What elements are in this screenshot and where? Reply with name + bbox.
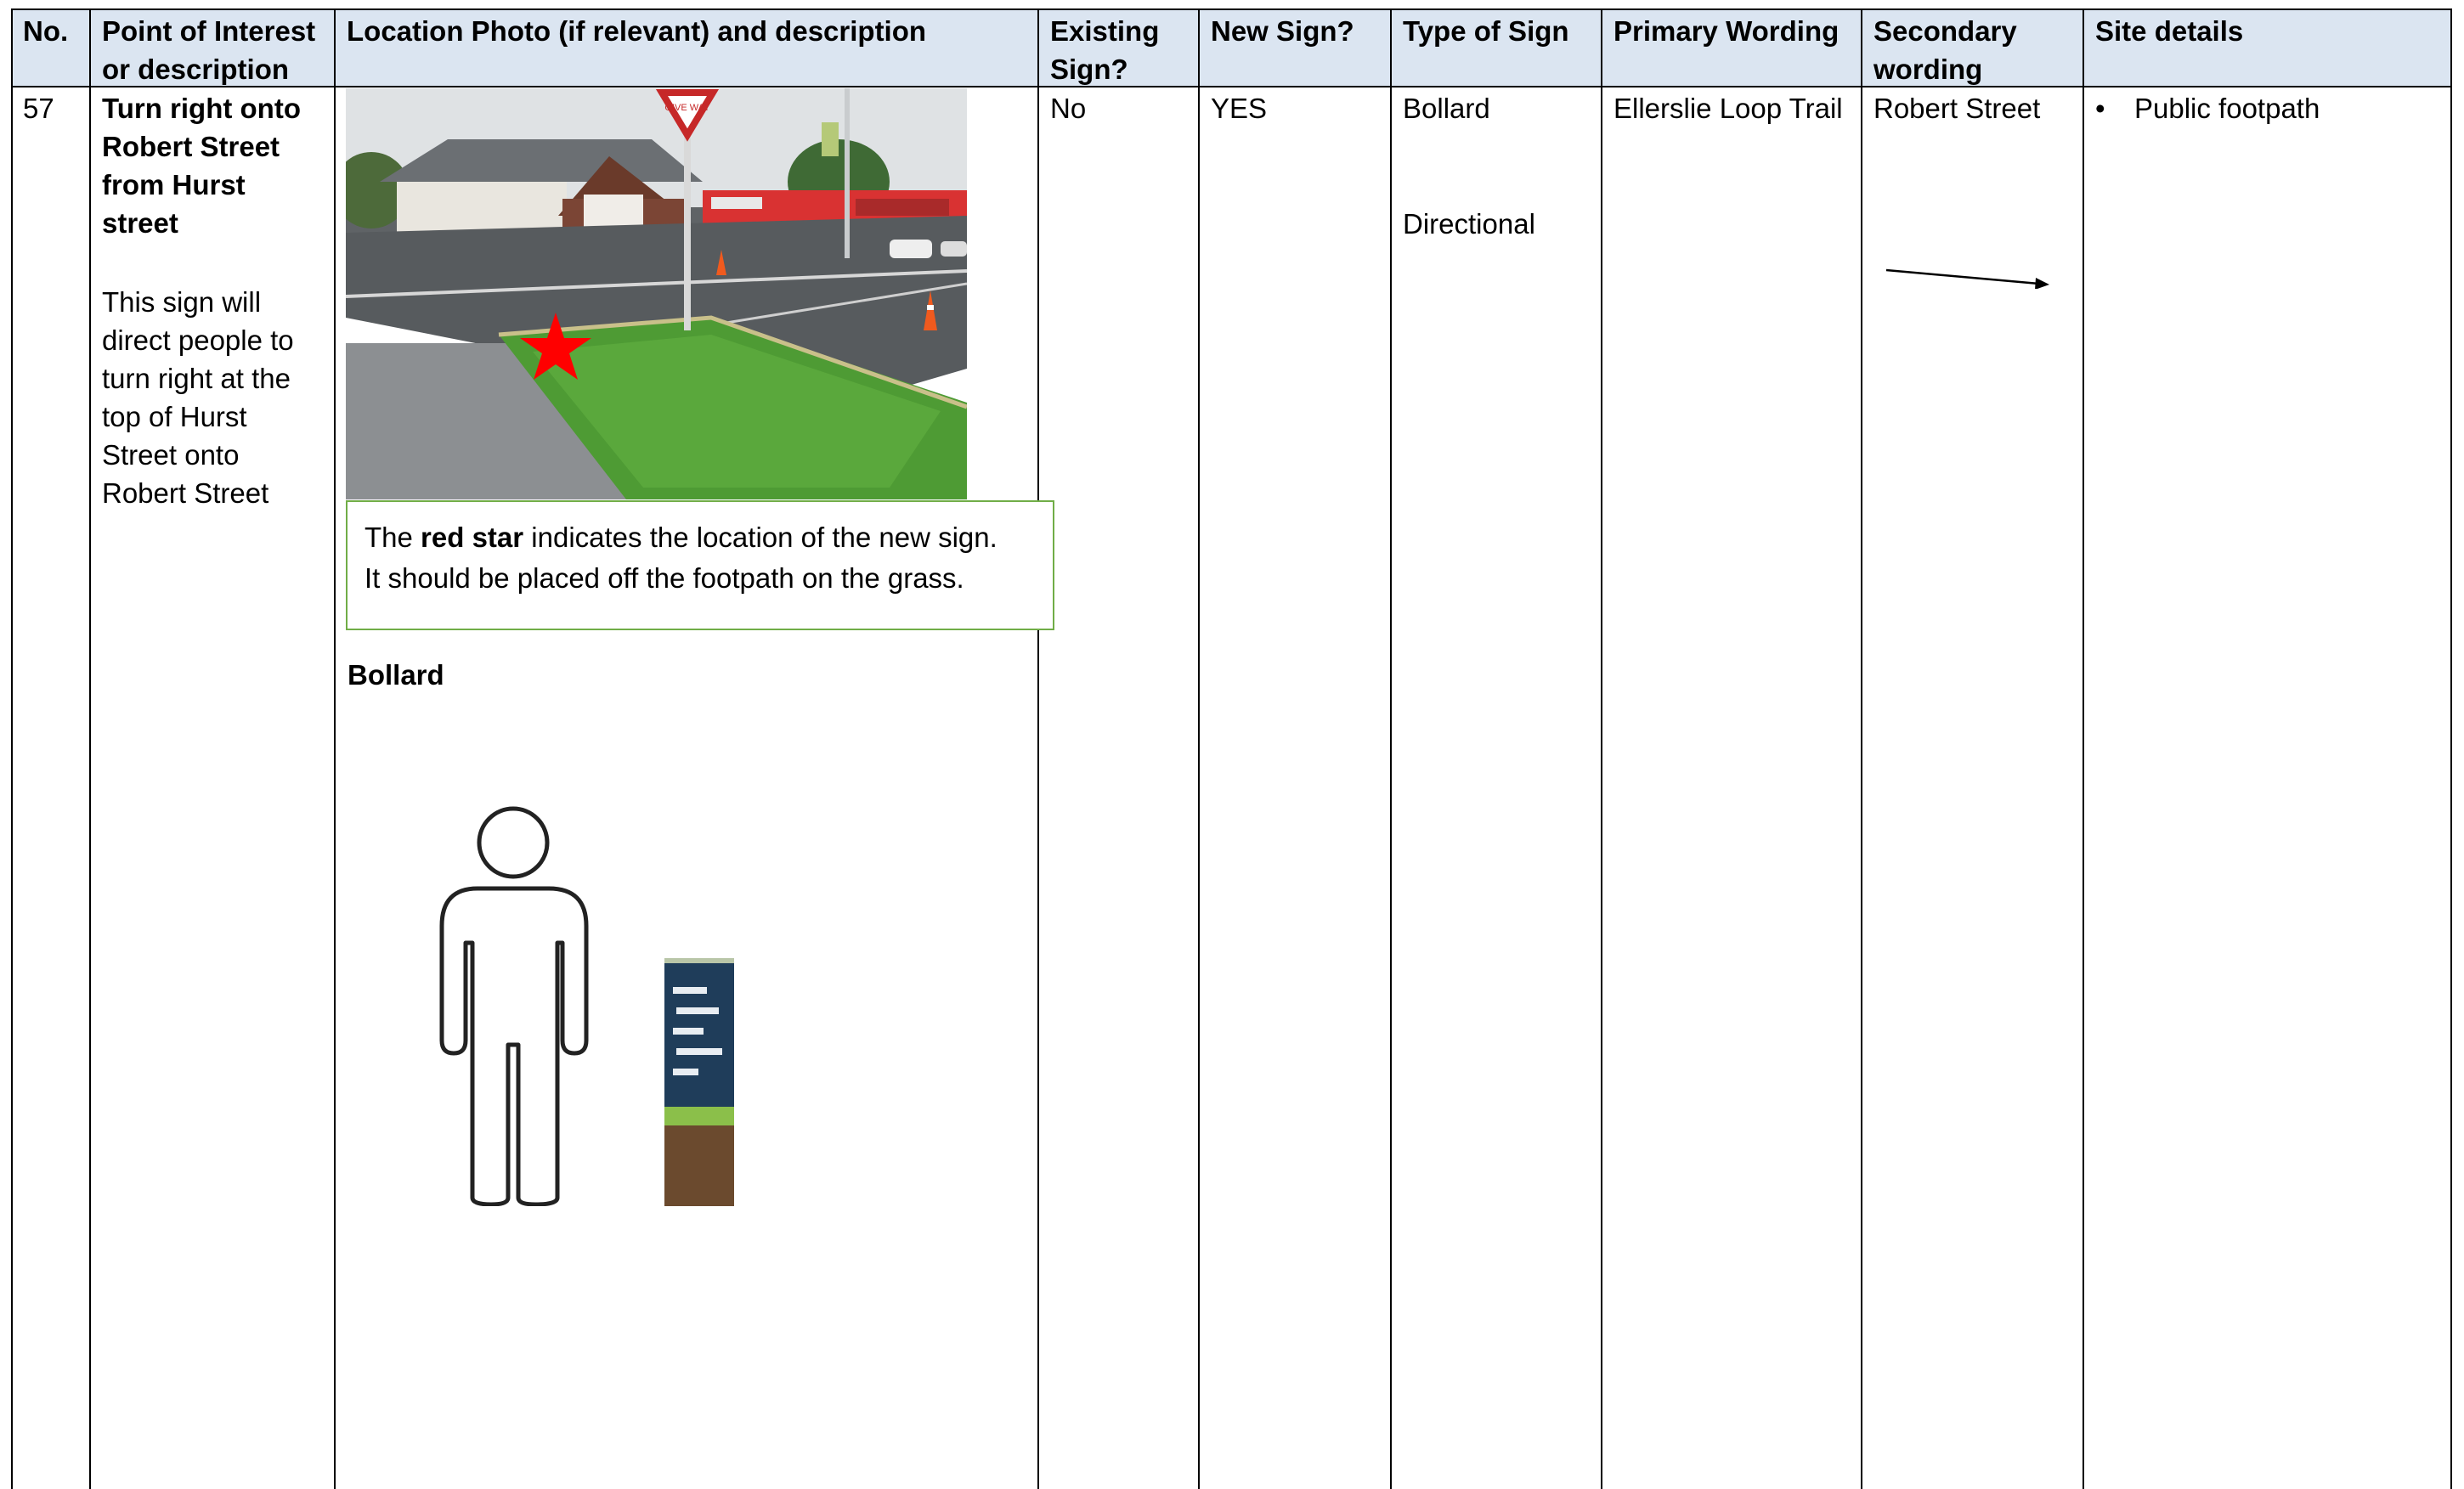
- col-divider: [2083, 8, 2084, 1489]
- header-secondary-wording: Secondary wording: [1873, 15, 2017, 85]
- sign-type-primary: Bollard: [1403, 93, 1490, 124]
- site-details-list: • Public footpath: [2095, 89, 2320, 127]
- bullet-icon: •: [2095, 93, 2105, 124]
- poi-description-line: Robert Street: [102, 477, 269, 509]
- poi-title-line: Robert Street: [102, 131, 280, 162]
- new-sign-value: YES: [1211, 93, 1268, 124]
- sign-type-secondary: Directional: [1403, 208, 1535, 240]
- row-number: 57: [23, 93, 54, 124]
- header-existing-sign: Existing Sign?: [1050, 15, 1160, 85]
- callout-box: The red star indicates the location of t…: [346, 500, 1054, 630]
- col-divider: [89, 8, 91, 1489]
- right-arrow-icon: [1885, 268, 2049, 289]
- person-silhouette-icon: [439, 806, 589, 1206]
- poi-title: Turn right onto Robert Street from Hurst…: [102, 89, 331, 242]
- col-divider: [1390, 8, 1392, 1489]
- bollard-sign-icon: [664, 958, 734, 1206]
- header-point-of-interest: Point of Interest or description: [102, 15, 316, 85]
- col-divider: [1037, 8, 1039, 1489]
- callout-red-star-label: red star: [421, 522, 524, 553]
- poi-description-line: top of Hurst: [102, 401, 247, 432]
- diagram-label: Bollard: [348, 659, 444, 691]
- col-divider: [1198, 8, 1200, 1489]
- header-type-of-sign: Type of Sign: [1403, 15, 1569, 47]
- primary-wording-value: Ellerslie Loop Trail: [1613, 93, 1843, 124]
- col-divider: [334, 8, 336, 1489]
- col-divider: [2450, 8, 2452, 1489]
- location-photo-drawing: GIVE WAY: [346, 88, 967, 499]
- bollard-scale-diagram: [439, 806, 734, 1206]
- existing-sign-value: No: [1050, 93, 1087, 124]
- poi-description-line: This sign will: [102, 286, 262, 318]
- col-divider: [11, 8, 13, 1489]
- header-new-sign: New Sign?: [1211, 15, 1354, 47]
- poi-description-line: direct people to: [102, 324, 294, 356]
- table-header-divider: [11, 86, 2452, 87]
- poi-title-line: from Hurst: [102, 169, 246, 200]
- site-details-item: Public footpath: [2134, 93, 2320, 124]
- poi-description: This sign will direct people to turn rig…: [102, 283, 331, 512]
- poi-description-line: turn right at the: [102, 363, 291, 394]
- table-border-top: [11, 8, 2452, 10]
- col-divider: [1861, 8, 1862, 1489]
- col-divider: [1601, 8, 1602, 1489]
- poi-title-line: Turn right onto: [102, 93, 301, 124]
- callout-text: The red star indicates the location of t…: [365, 522, 997, 594]
- secondary-wording-value: Robert Street: [1873, 93, 2041, 124]
- signage-schedule-table: No. Point of Interest or description Loc…: [0, 0, 2464, 1489]
- poi-title-line: street: [102, 207, 178, 239]
- header-site-details: Site details: [2095, 15, 2244, 47]
- header-no: No.: [23, 15, 69, 47]
- location-photo: GIVE WAY: [346, 88, 967, 499]
- poi-description-line: Street onto: [102, 439, 240, 471]
- header-location-photo: Location Photo (if relevant) and descrip…: [347, 15, 927, 47]
- give-way-sign-text: GIVE WAY: [664, 103, 710, 113]
- header-primary-wording: Primary Wording: [1613, 15, 1840, 47]
